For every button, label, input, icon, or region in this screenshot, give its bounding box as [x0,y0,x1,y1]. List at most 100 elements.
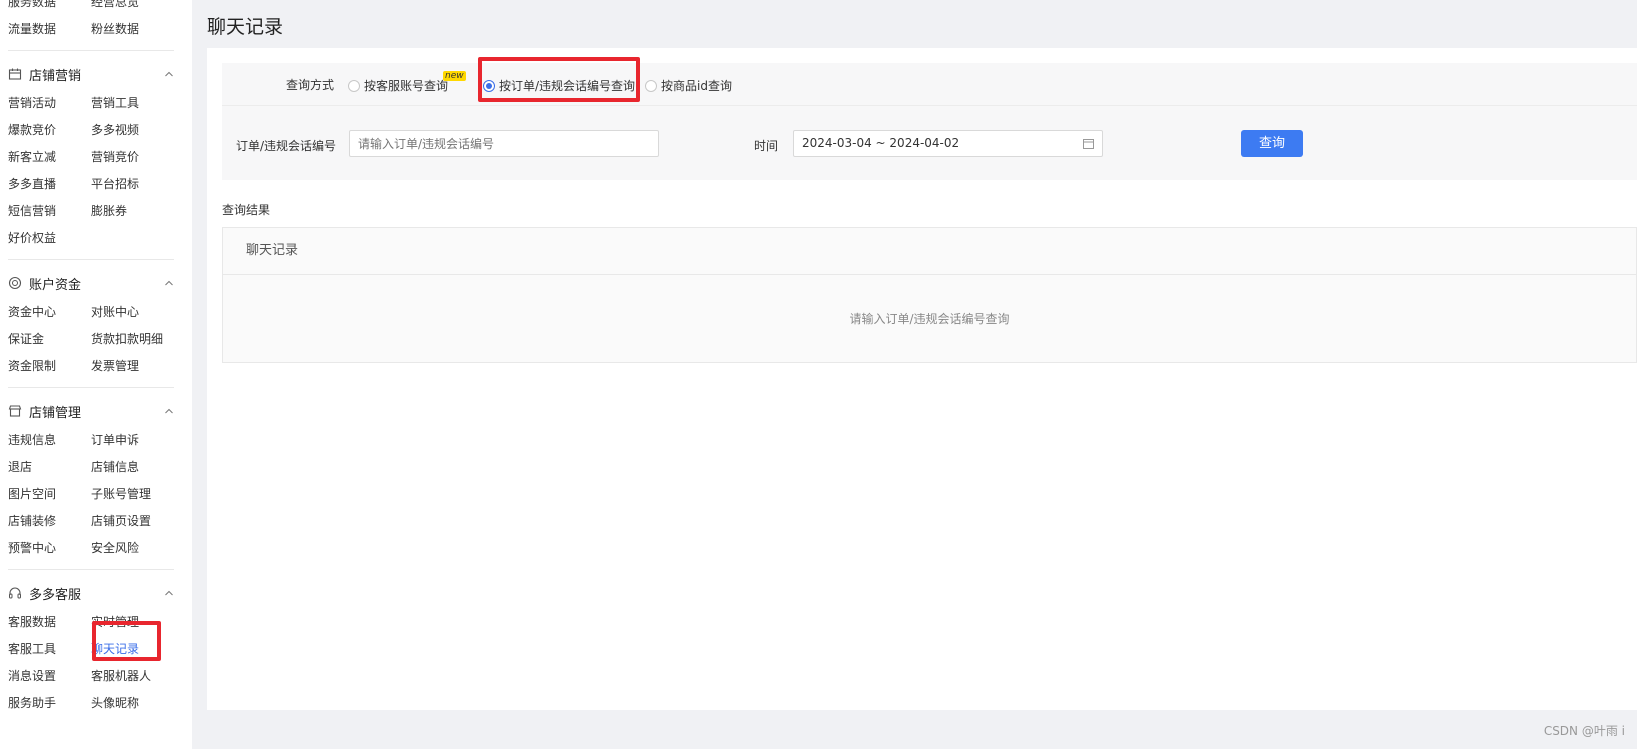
results-label: 查询结果 [222,203,271,217]
sidebar-section-title: 账户资金 [29,277,82,293]
sidebar-section-header[interactable]: 多多客服 [8,578,174,608]
sidebar-item[interactable]: 对账中心 [91,303,174,320]
sidebar-row: 保证金 货款扣款明细 [8,325,174,352]
sidebar-item[interactable]: 图片空间 [8,485,91,502]
search-button[interactable]: 查询 [1241,130,1303,157]
sidebar-item[interactable]: 货款扣款明细 [91,330,174,347]
query-method-label: 查询方式 [286,78,335,92]
radio-label: 按订单/违规会话编号查询 [499,79,636,93]
sidebar-section-marketing: 店铺营销 营销活动 营销工具 爆款竞价 多多视频 新客立减 营销竞价 多多直播 平台招标… [8,50,174,251]
sidebar-item[interactable]: 预警中心 [8,539,91,556]
date-range-value: 2024-03-04 ~ 2024-04-02 [802,136,960,150]
order-number-label: 订单/违规会话编号 [236,139,337,153]
sidebar-section-shop-management: 店铺管理 违规信息 订单申诉 退店 店铺信息 图片空间 子账号管理 店铺装修 店铺页设置… [8,387,174,561]
sidebar-item-chat-records[interactable]: 聊天记录 [91,640,174,657]
sidebar-row: 预警中心 安全风险 [8,534,174,561]
sidebar-row: 流量数据 粉丝数据 [8,15,174,42]
sidebar-item[interactable]: 营销活动 [8,94,91,111]
results-empty-text: 请输入订单/违规会话编号查询 [849,312,1010,326]
shop-icon [8,405,22,417]
sidebar-row: 退店 店铺信息 [8,453,174,480]
sidebar-row: 资金中心 对账中心 [8,298,174,325]
calendar-icon [1083,139,1094,149]
store-calendar-icon [8,68,22,80]
sidebar-item-fans-data[interactable]: 粉丝数据 [91,20,174,37]
sidebar-section-title: 店铺营销 [29,68,82,84]
sidebar-item[interactable]: 违规信息 [8,431,91,448]
chevron-up-icon[interactable] [164,588,174,598]
sidebar-item-business-overview[interactable]: 经营总览 [91,0,174,10]
date-range-picker[interactable]: 2024-03-04 ~ 2024-04-02 [793,130,1103,157]
sidebar-row: 多多直播 平台招标 [8,170,174,197]
sidebar-item-traffic-data[interactable]: 流量数据 [8,20,91,37]
sidebar-item[interactable]: 店铺装修 [8,512,91,529]
sidebar-row: 店铺装修 店铺页设置 [8,507,174,534]
sidebar-row: 客服数据 实时管理 [8,608,174,635]
results-header: 聊天记录 [223,228,1636,275]
radio-by-order-number[interactable]: 按订单/违规会话编号查询 [483,77,635,94]
sidebar-item[interactable]: 好价权益 [8,229,100,246]
chevron-up-icon[interactable] [164,406,174,416]
sidebar-item[interactable]: 安全风险 [91,539,174,556]
page-title: 聊天记录 [207,16,284,38]
results-table: 聊天记录 请输入订单/违规会话编号查询 [222,227,1637,363]
radio-by-product-id[interactable]: 按商品id查询 [645,77,732,94]
radio-by-service-account[interactable]: 按客服账号查询 [348,77,448,94]
chevron-up-icon[interactable] [164,69,174,79]
sidebar-row: 营销活动 营销工具 [8,89,174,116]
sidebar-item[interactable]: 平台招标 [91,175,174,192]
sidebar-row: 新客立减 营销竞价 [8,143,174,170]
sidebar-nav: 服务数据 经营总览 流量数据 粉丝数据 店铺营销 营销活动 营销工具 爆款竞价 多多… [0,0,192,749]
query-method-row: 查询方式 按客服账号查询 new 按订单/违规会话编号查询 按商品id查询 [222,57,1637,106]
sidebar-section-title: 多多客服 [29,587,82,603]
sidebar-item[interactable]: 头像昵称 [91,694,174,711]
radio-label: 按商品id查询 [661,79,732,93]
coin-icon [8,276,22,290]
sidebar-item[interactable]: 营销工具 [91,94,174,111]
sidebar-row: 资金限制 发票管理 [8,352,174,379]
sidebar-item[interactable]: 实时管理 [91,613,174,630]
sidebar-item[interactable]: 店铺页设置 [91,512,174,529]
sidebar-item[interactable]: 爆款竞价 [8,121,91,138]
sidebar-item[interactable]: 消息设置 [8,667,91,684]
sidebar-item[interactable]: 客服机器人 [91,667,174,684]
sidebar-item[interactable]: 服务助手 [8,694,91,711]
radio-dot-selected[interactable] [483,79,495,92]
sidebar-item[interactable]: 店铺信息 [91,458,174,475]
sidebar-item[interactable]: 短信营销 [8,202,91,219]
radio-dot[interactable] [348,79,360,92]
sidebar-item[interactable]: 客服数据 [8,613,91,630]
sidebar-section-header[interactable]: 账户资金 [8,268,174,298]
headset-icon [9,587,21,599]
sidebar-row: 服务助手 头像昵称 [8,689,174,716]
order-number-input[interactable] [349,130,659,157]
sidebar-item[interactable]: 资金中心 [8,303,91,320]
chevron-up-icon[interactable] [164,278,174,288]
watermark: CSDN @叶雨 i [1543,724,1625,738]
sidebar-section-customer-service: 多多客服 客服数据 实时管理 客服工具 聊天记录 消息设置 客服机器人 服务助手 头像昵… [8,569,174,716]
sidebar-row: 客服工具 聊天记录 [8,635,174,662]
sidebar-item[interactable]: 新客立减 [8,148,91,165]
sidebar-item[interactable]: 发票管理 [91,357,174,374]
query-form: 查询方式 按客服账号查询 new 按订单/违规会话编号查询 按商品id查询 订单… [222,57,1637,180]
sidebar-row: 消息设置 客服机器人 [8,662,174,689]
sidebar-item[interactable]: 退店 [8,458,91,475]
sidebar-row: 违规信息 订单申诉 [8,426,174,453]
sidebar-item[interactable]: 资金限制 [8,357,91,374]
sidebar-section-header[interactable]: 店铺营销 [8,59,174,89]
radio-dot[interactable] [645,79,657,92]
sidebar-item[interactable]: 子账号管理 [91,485,174,502]
new-badge: new [443,71,466,81]
sidebar-item[interactable]: 膨胀券 [91,202,174,219]
radio-label: 按客服账号查询 [364,79,449,93]
sidebar-item[interactable]: 营销竞价 [91,148,174,165]
sidebar-item-service-data[interactable]: 服务数据 [8,0,91,10]
time-label: 时间 [754,139,779,153]
sidebar-item[interactable]: 多多直播 [8,175,91,192]
sidebar-item[interactable]: 客服工具 [8,640,91,657]
sidebar-item[interactable]: 订单申诉 [91,431,174,448]
sidebar-row: 服务数据 经营总览 [8,0,174,15]
sidebar-item[interactable]: 保证金 [8,330,91,347]
sidebar-section-header[interactable]: 店铺管理 [8,396,174,426]
sidebar-item[interactable]: 多多视频 [91,121,174,138]
